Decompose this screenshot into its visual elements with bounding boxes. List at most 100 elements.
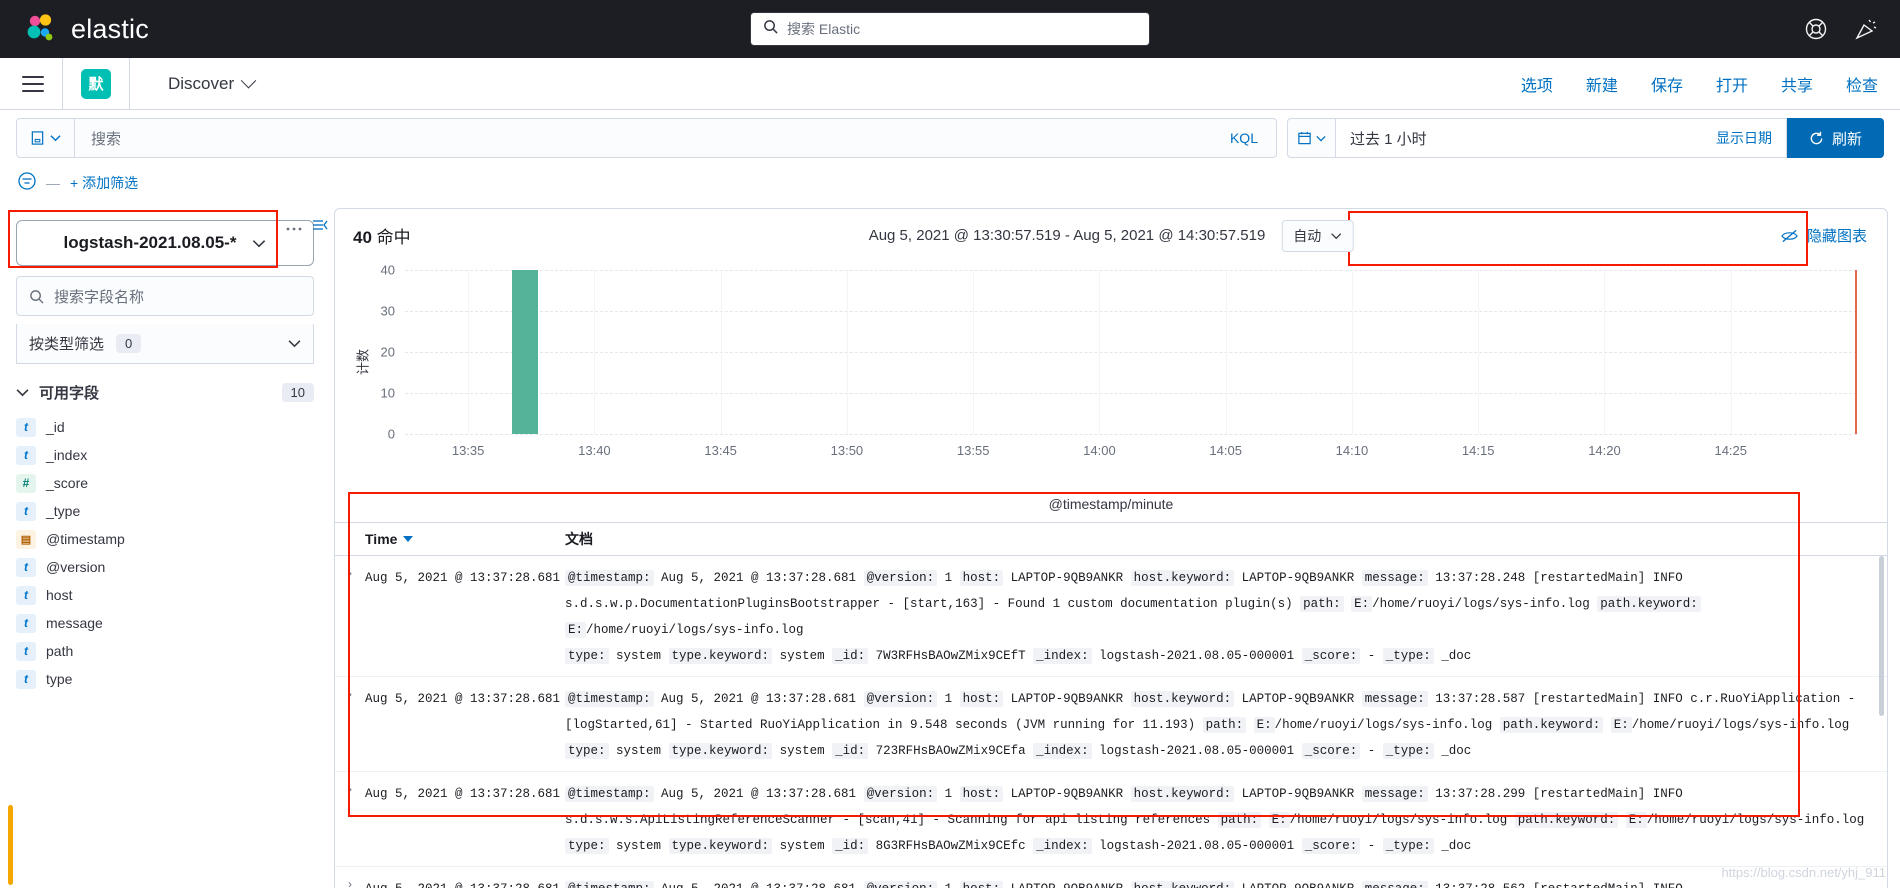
elastic-brand[interactable]: elastic: [0, 12, 149, 46]
elastic-logo-icon: [24, 12, 58, 46]
nav-actions: 选项 新建 保存 打开 共享 检查: [1521, 72, 1878, 96]
help-icon[interactable]: [1804, 17, 1828, 41]
grid-line-vertical: [846, 270, 848, 434]
time-column-label: Time: [365, 531, 398, 547]
y-axis-tick: 20: [380, 344, 395, 360]
x-axis-tick: 13:50: [830, 443, 864, 458]
calendar-icon: [1298, 132, 1311, 145]
hide-chart-label: 隐藏图表: [1806, 228, 1867, 245]
collapse-sidebar-icon[interactable]: [312, 218, 328, 237]
histogram-bar[interactable]: [511, 270, 538, 434]
histogram-chart[interactable]: 计数 0 10 20 30 40 13:35 13:40 13:45 13:50 13:55 14:…: [353, 262, 1865, 462]
options-button[interactable]: 选项: [1521, 72, 1553, 96]
eye-closed-icon: [1781, 229, 1798, 242]
table-row[interactable]: ›Aug 5, 2021 @ 13:37:28.681@timestamp: A…: [335, 677, 1887, 772]
saved-query-button[interactable]: [17, 119, 75, 157]
field-item[interactable]: t path: [16, 637, 314, 665]
doc-table-body: › Aug 5, 2021 @ 13:37:28.681 @timestamp: A…: [335, 556, 1887, 888]
time-column-header[interactable]: Time: [365, 531, 565, 547]
confetti-icon[interactable]: [1854, 17, 1878, 41]
x-axis-label: @timestamp/minute: [1048, 496, 1174, 512]
field-name: type: [46, 671, 73, 687]
global-header: elastic 搜索 Elastic: [0, 0, 1900, 58]
field-item[interactable]: t _id: [16, 413, 314, 441]
table-row[interactable]: ›Aug 5, 2021 @ 13:37:28.681 @timestamp: A…: [335, 772, 1887, 867]
field-name: host: [46, 587, 73, 603]
field-item[interactable]: t _index: [16, 441, 314, 469]
table-row[interactable]: ›Aug 5, 2021 @ 13:37:28.681@timestamp: A…: [335, 867, 1887, 888]
grid-line: [405, 393, 1857, 394]
expand-row-icon[interactable]: ›: [335, 876, 365, 888]
field-name: path: [46, 643, 74, 659]
field-item[interactable]: t host: [16, 581, 314, 609]
search-icon: [763, 19, 778, 39]
expand-row-icon[interactable]: ›: [335, 686, 365, 764]
string-type-icon: t: [16, 641, 36, 661]
sidebar-scrollbar[interactable]: [8, 805, 13, 885]
grid-line-vertical: [1351, 270, 1353, 434]
brand-name: elastic: [71, 13, 149, 44]
field-type-filter[interactable]: 按类型筛选 0: [16, 324, 314, 364]
share-button[interactable]: 共享: [1781, 72, 1813, 96]
date-range-display[interactable]: 过去 1 小时 显示日期: [1334, 118, 1787, 158]
grid-line-vertical: [594, 270, 596, 434]
row-document-line: @timestamp: Aug 5, 2021 @ 13:37:28.681 @…: [565, 686, 1873, 712]
query-input[interactable]: 搜索: [75, 128, 1212, 149]
date-quick-select-button[interactable]: [1286, 118, 1335, 158]
query-input-wrapper[interactable]: 搜索 KQL: [16, 118, 1277, 158]
x-axis-tick: 14:20: [1588, 443, 1621, 458]
row-document-line: @timestamp: Aug 5, 2021 @ 13:37:28.681 @…: [565, 876, 1873, 888]
table-scrollbar[interactable]: [1879, 556, 1884, 716]
row-document: @timestamp: Aug 5, 2021 @ 13:37:28.681 @…: [565, 781, 1887, 859]
table-row[interactable]: ›Aug 5, 2021 @ 13:37:28.681 @timestamp: A…: [335, 556, 1887, 677]
hits-label: 命中: [376, 228, 411, 247]
now-line-annotation: [1855, 270, 1857, 434]
save-button[interactable]: 保存: [1651, 72, 1683, 96]
available-fields-header[interactable]: 可用字段 10: [16, 382, 314, 403]
open-button[interactable]: 打开: [1716, 72, 1748, 96]
chevron-down-icon: [288, 340, 301, 348]
string-type-icon: t: [16, 669, 36, 689]
more-options-icon[interactable]: [286, 219, 302, 237]
row-document: @timestamp: Aug 5, 2021 @ 13:37:28.681 @…: [565, 565, 1887, 669]
index-pattern-selector[interactable]: logstash-2021.08.05-*: [16, 220, 314, 266]
chart-plot-area[interactable]: 0 10 20 30 40 13:35 13:40 13:45 13:50 13:55 14:00 1…: [381, 263, 1857, 458]
grid-line-vertical: [1604, 270, 1606, 434]
expand-row-icon[interactable]: ›: [335, 781, 365, 859]
field-item[interactable]: t @version: [16, 553, 314, 581]
x-axis-tick: 14:05: [1209, 443, 1242, 458]
interval-select[interactable]: 自动: [1281, 219, 1354, 252]
row-time: Aug 5, 2021 @ 13:37:28.681: [365, 571, 561, 585]
query-language-button[interactable]: KQL: [1212, 130, 1276, 146]
chevron-down-icon: [240, 72, 257, 89]
field-search-input[interactable]: 搜索字段名称: [16, 276, 314, 316]
date-range-value: 过去 1 小时: [1349, 130, 1427, 148]
show-dates-button[interactable]: 显示日期: [1716, 128, 1772, 148]
add-filter-button[interactable]: + 添加筛选: [70, 173, 138, 193]
field-item[interactable]: t type: [16, 665, 314, 693]
refresh-button[interactable]: 刷新: [1786, 118, 1884, 158]
field-name: _type: [46, 503, 81, 519]
expand-row-icon[interactable]: ›: [335, 565, 365, 669]
field-item[interactable]: t _type: [16, 497, 314, 525]
inspect-button[interactable]: 检查: [1846, 72, 1878, 96]
field-item[interactable]: ▤ @timestamp: [16, 525, 314, 553]
search-icon: [30, 289, 44, 304]
menu-icon[interactable]: [22, 75, 44, 92]
filter-settings-icon[interactable]: [18, 171, 36, 195]
sort-descending-icon: [403, 536, 414, 542]
app-title[interactable]: Discover: [168, 72, 257, 94]
grid-line-vertical: [1225, 270, 1227, 434]
field-item[interactable]: t message: [16, 609, 314, 637]
number-type-icon: #: [16, 473, 36, 493]
global-search-input[interactable]: 搜索 Elastic: [750, 12, 1150, 46]
new-button[interactable]: 新建: [1586, 72, 1618, 96]
field-item[interactable]: # _score: [16, 469, 314, 497]
hide-chart-button[interactable]: 隐藏图表: [1781, 225, 1867, 246]
space-avatar[interactable]: 默: [81, 68, 111, 99]
field-list: t _id t _index # _score t _type ▤ @timestamp t @ver…: [16, 413, 314, 693]
row-document-line: type: system type.keyword: system _id: 7…: [565, 643, 1873, 669]
date-picker-group: 过去 1 小时 显示日期 刷新: [1286, 118, 1884, 158]
row-time: Aug 5, 2021 @ 13:37:28.681: [365, 787, 561, 801]
row-document-line: s.d.s.w.p.DocumentationPluginsBootstrapp…: [565, 591, 1873, 643]
